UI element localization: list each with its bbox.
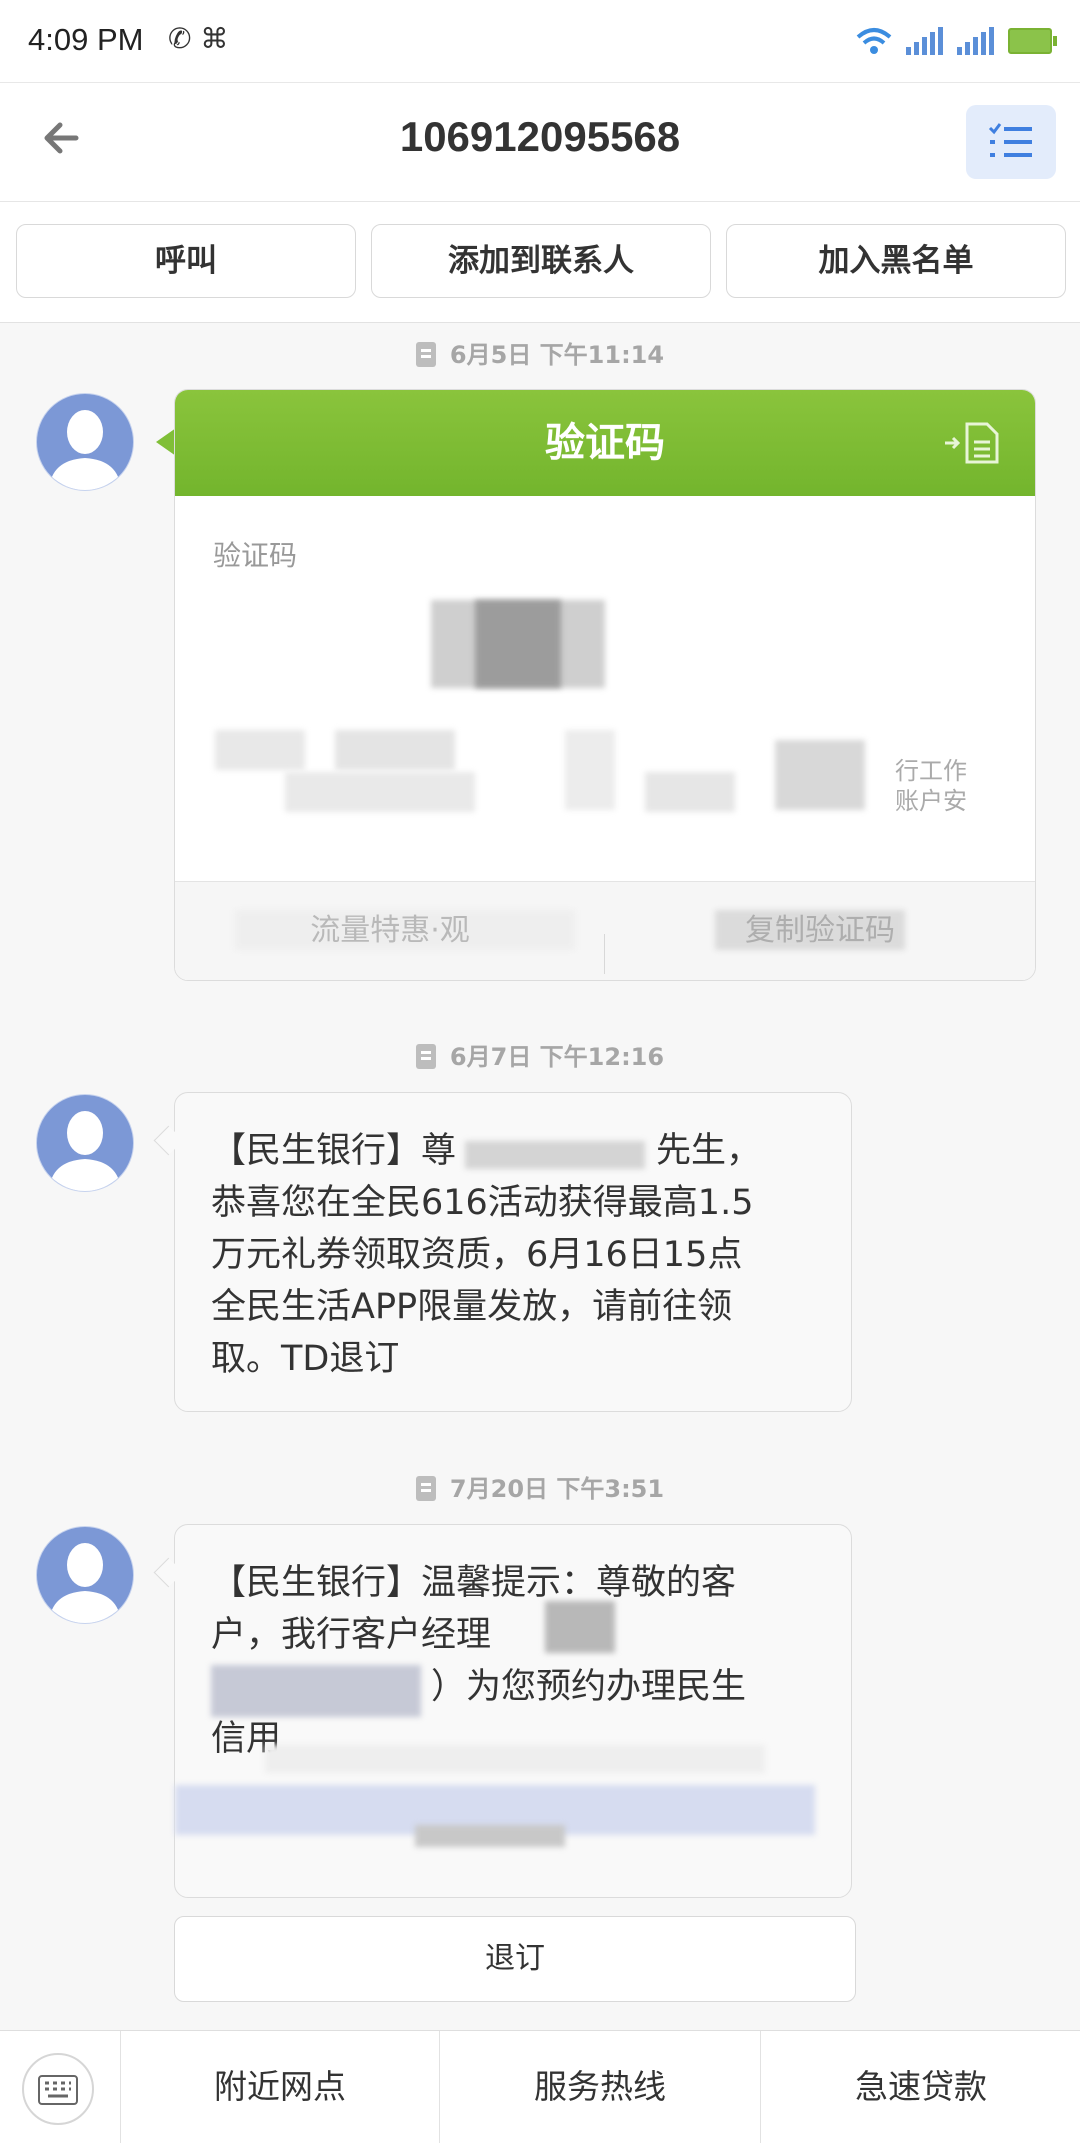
date-text: 6月5日 下午11:14 xyxy=(449,341,665,369)
add-contact-button[interactable]: 添加到联系人 xyxy=(371,224,711,298)
message-line: 取。TD退订 xyxy=(211,1339,400,1379)
date-separator: 6月5日 下午11:14 xyxy=(0,338,1080,372)
card-side-text: 行工作 账户安 xyxy=(895,756,967,816)
redacted-text xyxy=(565,730,615,810)
status-time: 4:09 PM xyxy=(28,22,144,57)
sms-icon xyxy=(415,1476,436,1501)
redacted-text xyxy=(335,730,455,770)
keyboard-toggle-button[interactable] xyxy=(22,2053,94,2125)
keyboard-icon xyxy=(38,2075,78,2105)
avatar[interactable] xyxy=(36,1526,134,1624)
date-separator: 6月7日 下午12:16 xyxy=(0,1040,1080,1074)
list-icon xyxy=(988,123,1032,157)
person-icon xyxy=(49,410,121,490)
action-row: 呼叫 添加到联系人 加入黑名单 xyxy=(0,202,1080,323)
redacted-text xyxy=(645,772,735,812)
message-text: 【民生银行】尊 xyxy=(211,1131,457,1171)
redacted-text xyxy=(235,910,575,950)
menu-button[interactable] xyxy=(966,105,1056,179)
call-button[interactable]: 呼叫 xyxy=(16,224,356,298)
date-separator: 7月20日 下午3:51 xyxy=(0,1472,1080,1506)
message-bubble[interactable]: 【民生银行】温馨提示：尊敬的客 户，我行客户经理 ）为您预约办理民生 信用 xyxy=(174,1524,852,1898)
redacted-name xyxy=(545,1601,615,1653)
message-line: 全民生活APP限量发放，请前往领 xyxy=(211,1287,733,1327)
blacklist-button[interactable]: 加入黑名单 xyxy=(726,224,1066,298)
redacted-code-center xyxy=(475,600,561,688)
redacted-name xyxy=(465,1141,645,1169)
card-side-text-1: 行工作 xyxy=(895,757,967,785)
signal-1-icon xyxy=(906,27,943,55)
bottom-menu-bar: 附近网点 服务热线 急速贷款 xyxy=(0,2030,1080,2143)
redacted-phone xyxy=(211,1665,421,1717)
avatar[interactable] xyxy=(36,1094,134,1192)
card-title: 验证码 xyxy=(175,390,1035,496)
person-icon xyxy=(49,1111,121,1191)
card-footer: 流量特惠·观 复制验证码 xyxy=(175,881,1035,980)
redacted-text xyxy=(775,740,865,810)
person-icon xyxy=(49,1543,121,1623)
sms-icon xyxy=(415,1044,436,1069)
card-title-text: 验证码 xyxy=(545,420,665,466)
status-right xyxy=(856,22,1057,60)
redacted-text xyxy=(415,1825,565,1847)
message-line: 户，我行客户经理 xyxy=(211,1615,492,1655)
message-line: 恭喜您在全民616活动获得最高1.5 xyxy=(211,1183,754,1223)
battery-icon xyxy=(1008,28,1057,54)
redacted-text xyxy=(265,1745,765,1773)
conversation-header: 106912095568 xyxy=(0,82,1080,202)
quick-loan-button[interactable]: 急速贷款 xyxy=(760,2031,1080,2143)
message-bubble[interactable]: 【民生银行】尊 先生， 恭喜您在全民616活动获得最高1.5 万元礼券领取资质，6… xyxy=(174,1092,852,1412)
redacted-text xyxy=(715,910,905,950)
contact-number: 106912095568 xyxy=(399,113,681,160)
forward-document-icon[interactable] xyxy=(943,422,1001,464)
signal-2-icon xyxy=(957,27,994,55)
card-tail xyxy=(156,428,176,456)
wifi-icon xyxy=(856,28,892,54)
card-body-label: 验证码 xyxy=(213,539,298,572)
service-hotline-button[interactable]: 服务热线 xyxy=(439,2031,760,2143)
notification-icons: ✆ ⌘ xyxy=(168,22,229,55)
message-line: 万元礼券领取资质，6月16日15点 xyxy=(211,1235,743,1275)
nearby-branches-button[interactable]: 附近网点 xyxy=(120,2031,439,2143)
sms-icon xyxy=(415,342,436,367)
avatar[interactable] xyxy=(36,393,134,491)
unsubscribe-button[interactable]: 退订 xyxy=(174,1916,856,2002)
date-text: 7月20日 下午3:51 xyxy=(449,1475,665,1503)
message-line: 【民生银行】温馨提示：尊敬的客 xyxy=(211,1563,737,1603)
verification-card[interactable]: 验证码 验证码 行工作 账户安 流量特惠·观 复制验证码 xyxy=(174,389,1036,981)
date-text: 6月7日 下午12:16 xyxy=(449,1043,665,1071)
card-side-text-2: 账户安 xyxy=(895,787,967,815)
status-bar: 4:09 PM ✆ ⌘ xyxy=(0,0,1080,82)
redacted-text xyxy=(285,772,475,812)
redacted-text xyxy=(215,730,305,770)
message-text: 先生， xyxy=(656,1131,762,1171)
